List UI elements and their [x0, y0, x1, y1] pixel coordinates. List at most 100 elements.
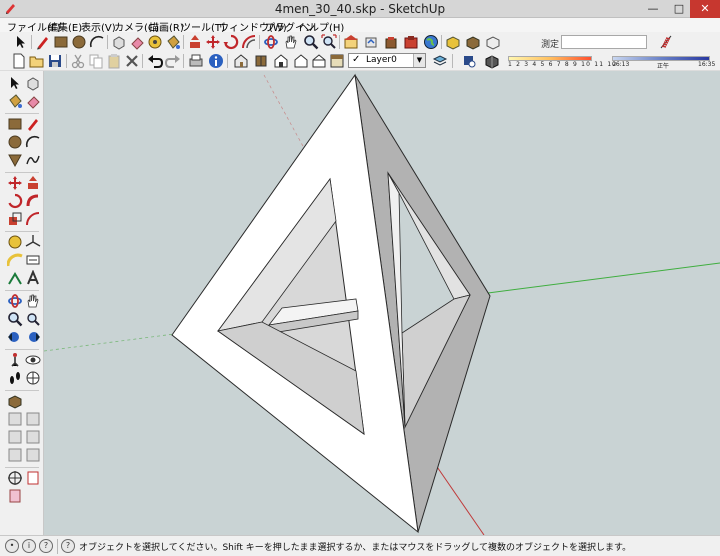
layer-manager-button[interactable]: [432, 53, 448, 69]
paint-bucket-tool[interactable]: [7, 93, 23, 109]
credits-icon[interactable]: i: [22, 539, 36, 553]
look-around-tool[interactable]: [25, 352, 41, 368]
chevron-down-icon[interactable]: ▼: [413, 54, 425, 67]
flip-edge-tool[interactable]: [25, 447, 41, 463]
tape-measure-tool[interactable]: [7, 234, 23, 250]
copy-button[interactable]: [88, 53, 104, 69]
zoom-window-tool[interactable]: [25, 311, 41, 327]
eraser-tool[interactable]: [25, 93, 41, 109]
sandbox-from-contours-tool[interactable]: [7, 393, 23, 409]
arc-tool-button[interactable]: [89, 34, 105, 50]
circle-tool-button[interactable]: [71, 34, 87, 50]
paste-button[interactable]: [106, 53, 122, 69]
circle-tool[interactable]: [7, 134, 23, 150]
model-info-button[interactable]: [208, 53, 224, 69]
section-plane-tool[interactable]: [25, 370, 41, 386]
push-pull-button[interactable]: [187, 34, 203, 50]
redo-button[interactable]: [165, 53, 181, 69]
sandbox-tool-button[interactable]: [658, 34, 674, 50]
open-file-button[interactable]: [29, 53, 45, 69]
position-camera-tool[interactable]: [7, 352, 23, 368]
previous-view-tool[interactable]: [7, 329, 23, 345]
user-icon[interactable]: ?: [39, 539, 53, 553]
undo-button[interactable]: [147, 53, 163, 69]
rectangle-tool-button[interactable]: [53, 34, 69, 50]
3d-text-tool[interactable]: [25, 270, 41, 286]
axes-tool[interactable]: [25, 234, 41, 250]
scale-tool[interactable]: [7, 211, 23, 227]
photo-match-tool[interactable]: [25, 470, 41, 486]
zoom-tool-button[interactable]: [303, 34, 319, 50]
google-earth-button[interactable]: [423, 34, 439, 50]
right-view-button[interactable]: [293, 53, 309, 69]
iso-view-button[interactable]: [233, 53, 249, 69]
select-tool-button[interactable]: [13, 34, 29, 50]
dimension-tool[interactable]: [25, 252, 41, 268]
save-file-button[interactable]: [47, 53, 63, 69]
line-tool[interactable]: [25, 116, 41, 132]
delete-button[interactable]: [124, 53, 140, 69]
get-models-button[interactable]: [343, 34, 359, 50]
add-location-button[interactable]: [445, 34, 461, 50]
geo-location-icon[interactable]: •: [5, 539, 19, 553]
minimize-button[interactable]: —: [640, 0, 666, 18]
left-view-button[interactable]: [329, 53, 345, 69]
sandbox-from-scratch-tool[interactable]: [7, 411, 23, 427]
walk-tool[interactable]: [7, 370, 23, 386]
rotate-tool[interactable]: [7, 193, 23, 209]
share-component-button[interactable]: [383, 34, 399, 50]
close-button[interactable]: ✕: [690, 0, 720, 18]
stamp-tool[interactable]: [7, 429, 23, 445]
measurements-input[interactable]: [561, 35, 647, 49]
share-model-button[interactable]: [363, 34, 379, 50]
pan-tool-button[interactable]: [283, 34, 299, 50]
freehand-tool[interactable]: [25, 152, 41, 168]
paint-bucket-button[interactable]: [165, 34, 181, 50]
back-view-button[interactable]: [311, 53, 327, 69]
google-earth-tool[interactable]: [7, 470, 23, 486]
rotate-tool-button[interactable]: [223, 34, 239, 50]
drape-tool[interactable]: [25, 429, 41, 445]
make-component-button[interactable]: [111, 34, 127, 50]
make-component-tool[interactable]: [25, 75, 41, 91]
cut-button[interactable]: [70, 53, 86, 69]
dynamic-components-tool[interactable]: [7, 488, 23, 504]
next-view-tool[interactable]: [25, 329, 41, 345]
top-view-button[interactable]: [253, 53, 269, 69]
shadow-settings-button[interactable]: [461, 53, 477, 69]
front-view-button[interactable]: [273, 53, 289, 69]
move-tool[interactable]: [7, 175, 23, 191]
move-tool-button[interactable]: [205, 34, 221, 50]
select-tool[interactable]: [7, 75, 23, 91]
zoom-extents-button[interactable]: [321, 34, 337, 50]
text-tool[interactable]: [7, 270, 23, 286]
person-icon: [11, 353, 19, 367]
layer-dropdown[interactable]: ✓ Layer0 ▼: [348, 53, 426, 68]
rectangle-tool[interactable]: [7, 116, 23, 132]
follow-me-tool[interactable]: [25, 193, 41, 209]
extension-warehouse-button[interactable]: [403, 34, 419, 50]
eraser-tool-button[interactable]: [129, 34, 145, 50]
zoom-tool[interactable]: [7, 311, 23, 327]
pan-tool[interactable]: [25, 293, 41, 309]
offset-tool-button[interactable]: [241, 34, 257, 50]
new-file-button[interactable]: [11, 53, 27, 69]
display-shadows-button[interactable]: [484, 53, 500, 69]
toggle-terrain-button[interactable]: [465, 34, 481, 50]
orbit-tool[interactable]: [7, 293, 23, 309]
print-button[interactable]: [188, 53, 204, 69]
arc-tool[interactable]: [25, 134, 41, 150]
photo-textures-button[interactable]: [485, 34, 501, 50]
add-detail-tool[interactable]: [7, 447, 23, 463]
maximize-button[interactable]: □: [666, 0, 692, 18]
push-pull-tool[interactable]: [25, 175, 41, 191]
offset-tool[interactable]: [25, 211, 41, 227]
smoove-tool[interactable]: [25, 411, 41, 427]
protractor-tool[interactable]: [7, 252, 23, 268]
line-tool-button[interactable]: [35, 34, 51, 50]
polygon-tool[interactable]: [7, 152, 23, 168]
tape-measure-button[interactable]: [147, 34, 163, 50]
help-icon[interactable]: ?: [61, 539, 75, 553]
orbit-tool-button[interactable]: [263, 34, 279, 50]
modeling-viewport[interactable]: [44, 71, 720, 535]
